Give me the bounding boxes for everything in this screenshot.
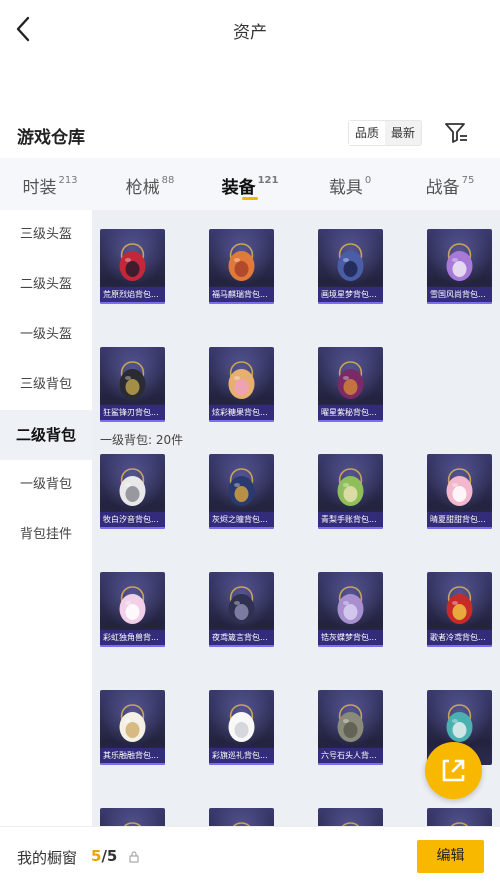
tab-label: 战备: [425, 178, 460, 198]
tab-count: 75: [461, 175, 475, 187]
sidebar-item-backpack-3[interactable]: 三级背包: [0, 360, 92, 410]
category-tabs: 时装 213 枪械 88 装备 121 载具 0 战备 75: [0, 158, 500, 210]
sidebar-item-pendant[interactable]: 背包挂件: [0, 510, 92, 560]
item-name-label: 夜鸢箴言背包...: [209, 630, 274, 647]
backpack-icon: [228, 243, 255, 281]
sort-toggle[interactable]: 品质 最新: [348, 120, 423, 146]
item-name-label: 六号石头人背...: [318, 748, 383, 765]
item-name-label: 彩虹独角兽背...: [100, 630, 165, 647]
backpack-icon: [119, 586, 146, 624]
item-name-label: 牧白汐音背包...: [100, 512, 165, 529]
item-name-label: 其乐融融背包...: [100, 748, 165, 765]
sidebar-item-backpack-2[interactable]: 二级背包: [0, 410, 92, 460]
share-button[interactable]: [425, 742, 482, 799]
item-name-label: 歌者冷鸢背包...: [427, 630, 492, 647]
backpack-icon: [228, 361, 255, 399]
warehouse-header: 游戏仓库 品质 最新: [0, 108, 500, 158]
backpack-icon: [337, 361, 364, 399]
share-icon: [442, 759, 465, 782]
sidebar-item-helmet-1[interactable]: 一级头盔: [0, 310, 92, 360]
backpack-icon: [228, 586, 255, 624]
item-name-label: 晴夏甜甜背包...: [427, 512, 492, 529]
item-name-label: 福马麒瑞背包...: [209, 287, 274, 304]
item-name-label: 狂鲨锋刃背包...: [100, 405, 165, 422]
tab-count: 121: [257, 175, 279, 187]
item-name-label: 画境星梦背包...: [318, 287, 383, 304]
backpack-icon: [446, 586, 473, 624]
item-card[interactable]: 歌者冷鸢背包...: [427, 572, 492, 647]
item-card[interactable]: 福马麒瑞背包...: [209, 229, 274, 304]
showcase-bar: 我的橱窗 5/5 编辑: [0, 826, 500, 885]
backpack-icon: [337, 468, 364, 506]
sidebar-item-helmet-2[interactable]: 二级头盔: [0, 260, 92, 310]
item-card[interactable]: 夜鸢箴言背包...: [209, 572, 274, 647]
page-title: 资产: [233, 23, 267, 43]
item-card[interactable]: 彩旗巡礼背包...: [209, 690, 274, 765]
item-card[interactable]: 画境星梦背包...: [318, 229, 383, 304]
item-name-label: 青梨手账背包...: [318, 512, 383, 529]
group-header-backpack-1: 一级背包: 20件: [100, 433, 184, 447]
item-card[interactable]: 狂鲨锋刃背包...: [100, 347, 165, 422]
backpack-icon: [119, 704, 146, 742]
tab-label: 枪械: [125, 178, 160, 198]
item-card[interactable]: 锆灰蝶梦背包...: [318, 572, 383, 647]
item-card[interactable]: 雪国风尚背包...: [427, 229, 492, 304]
item-card[interactable]: 晴夏甜甜背包...: [427, 454, 492, 529]
top-bar: 资产: [0, 0, 500, 58]
filter-icon[interactable]: [444, 122, 468, 144]
item-card[interactable]: 青梨手账背包...: [318, 454, 383, 529]
item-card[interactable]: 彩虹独角兽背...: [100, 572, 165, 647]
item-grid: 一级背包: 20件 荒原烈焰背包... 福马麒瑞背包... 画境星梦背包... 雪国风…: [92, 210, 500, 830]
backpack-icon: [337, 586, 364, 624]
backpack-icon: [119, 361, 146, 399]
lock-icon: [129, 851, 139, 863]
item-name-label: 彩旗巡礼背包...: [209, 748, 274, 765]
item-name-label: 灰烬之瞳背包...: [209, 512, 274, 529]
backpack-icon: [228, 468, 255, 506]
backpack-icon: [337, 243, 364, 281]
showcase-label: 我的橱窗: [17, 849, 78, 867]
item-name-label: 雪国风尚背包...: [427, 287, 492, 304]
sidebar-item-backpack-1[interactable]: 一级背包: [0, 460, 92, 510]
sort-quality-button[interactable]: 品质: [349, 121, 386, 145]
tab-count: 0: [364, 175, 372, 187]
showcase-total: /5: [101, 847, 118, 865]
item-card[interactable]: 曜星紫秘背包...: [318, 347, 383, 422]
item-name-label: 炫彩糖果背包...: [209, 405, 274, 422]
tab-count: 88: [161, 175, 175, 187]
tab-label: 载具: [328, 178, 363, 198]
tab-weapons[interactable]: 枪械 88: [100, 158, 200, 210]
backpack-icon: [446, 704, 473, 742]
tab-label: 装备: [221, 178, 256, 198]
tab-supplies[interactable]: 战备 75: [400, 158, 500, 210]
tab-equipment[interactable]: 装备 121: [200, 158, 300, 210]
item-name-label: 锆灰蝶梦背包...: [318, 630, 383, 647]
tab-fashion[interactable]: 时装 213: [0, 158, 100, 210]
item-card[interactable]: 牧白汐音背包...: [100, 454, 165, 529]
item-card[interactable]: 炫彩糖果背包...: [209, 347, 274, 422]
backpack-icon: [446, 468, 473, 506]
backpack-icon: [446, 243, 473, 281]
backpack-icon: [119, 468, 146, 506]
sidebar-item-helmet-3[interactable]: 三级头盔: [0, 210, 92, 260]
item-card[interactable]: 其乐融融背包...: [100, 690, 165, 765]
tab-vehicles[interactable]: 载具 0: [300, 158, 400, 210]
item-name-label: 荒原烈焰背包...: [100, 287, 165, 304]
item-card[interactable]: 六号石头人背...: [318, 690, 383, 765]
subcategory-sidebar: 三级头盔 二级头盔 一级头盔 三级背包 二级背包 一级背包 背包挂件: [0, 210, 92, 830]
tab-count: 213: [58, 175, 78, 187]
warehouse-title: 游戏仓库: [17, 128, 85, 148]
backpack-icon: [119, 243, 146, 281]
sort-latest-button[interactable]: 最新: [385, 121, 421, 145]
item-name-label: 曜星紫秘背包...: [318, 405, 383, 422]
backpack-icon: [228, 704, 255, 742]
backpack-icon: [337, 704, 364, 742]
showcase-current: 5: [91, 847, 102, 865]
item-card[interactable]: 灰烬之瞳背包...: [209, 454, 274, 529]
edit-button[interactable]: 编辑: [417, 840, 484, 873]
showcase-count: 5/5: [91, 847, 117, 865]
tab-label: 时装: [22, 178, 57, 198]
item-card[interactable]: 荒原烈焰背包...: [100, 229, 165, 304]
